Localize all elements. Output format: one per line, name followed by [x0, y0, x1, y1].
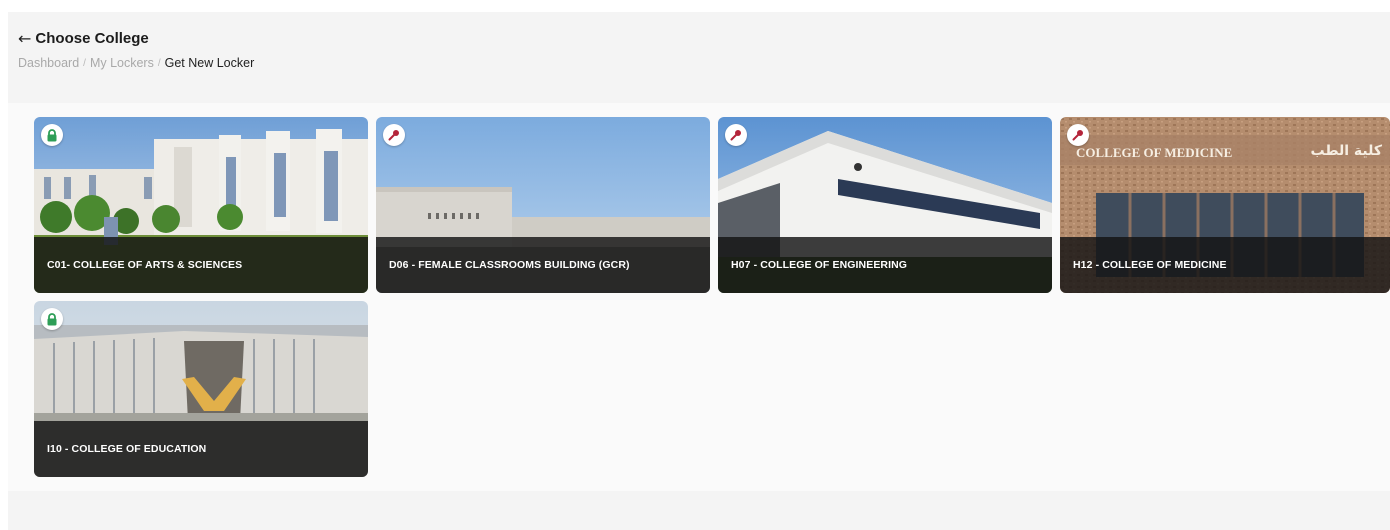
breadcrumb-separator: /: [157, 57, 161, 69]
breadcrumb-dashboard[interactable]: Dashboard: [18, 56, 79, 70]
breadcrumb-separator: /: [83, 57, 86, 69]
key-icon: [725, 124, 747, 146]
page-container: ← Choose College Dashboard / My Lockers …: [8, 12, 1390, 530]
college-grid: C01- COLLEGE OF ARTS & SCIENCES D06 - FE…: [8, 103, 1390, 491]
college-card-medicine[interactable]: COLLEGE OF MEDICINE كلية الطب H12 - COLL…: [1060, 117, 1390, 293]
page-title: Choose College: [35, 30, 149, 47]
college-card-education[interactable]: I10 - COLLEGE OF EDUCATION: [34, 301, 368, 477]
college-card-caption: H12 - COLLEGE OF MEDICINE: [1060, 237, 1390, 293]
college-card-caption: C01- COLLEGE OF ARTS & SCIENCES: [34, 237, 368, 293]
lock-icon: [41, 124, 63, 146]
lock-icon: [41, 308, 63, 330]
breadcrumb: Dashboard / My Lockers / Get New Locker: [18, 56, 254, 70]
college-card-caption: D06 - FEMALE CLASSROOMS BUILDING (GCR): [376, 237, 710, 293]
breadcrumb-my-lockers[interactable]: My Lockers: [90, 56, 154, 70]
college-card-caption: H07 - COLLEGE OF ENGINEERING: [718, 237, 1052, 293]
college-card-female-classrooms[interactable]: D06 - FEMALE CLASSROOMS BUILDING (GCR): [376, 117, 710, 293]
arrow-left-icon[interactable]: ←: [18, 30, 31, 47]
key-icon: [1067, 124, 1089, 146]
page-header: ← Choose College Dashboard / My Lockers …: [18, 30, 254, 70]
title-row: ← Choose College: [18, 30, 254, 47]
college-name: C01- COLLEGE OF ARTS & SCIENCES: [47, 259, 243, 271]
medicine-sign-ar: كلية الطب: [1311, 143, 1383, 159]
college-name: D06 - FEMALE CLASSROOMS BUILDING (GCR): [389, 259, 630, 271]
college-name: H12 - COLLEGE OF MEDICINE: [1073, 259, 1227, 271]
breadcrumb-current: Get New Locker: [164, 56, 255, 70]
college-name: I10 - COLLEGE OF EDUCATION: [47, 443, 207, 455]
college-card-arts-sciences[interactable]: C01- COLLEGE OF ARTS & SCIENCES: [34, 117, 368, 293]
medicine-sign-en: COLLEGE OF MEDICINE: [1076, 145, 1232, 160]
college-name: H07 - COLLEGE OF ENGINEERING: [731, 259, 908, 271]
key-icon: [383, 124, 405, 146]
college-card-caption: I10 - COLLEGE OF EDUCATION: [34, 421, 368, 477]
college-card-engineering[interactable]: H07 - COLLEGE OF ENGINEERING: [718, 117, 1052, 293]
